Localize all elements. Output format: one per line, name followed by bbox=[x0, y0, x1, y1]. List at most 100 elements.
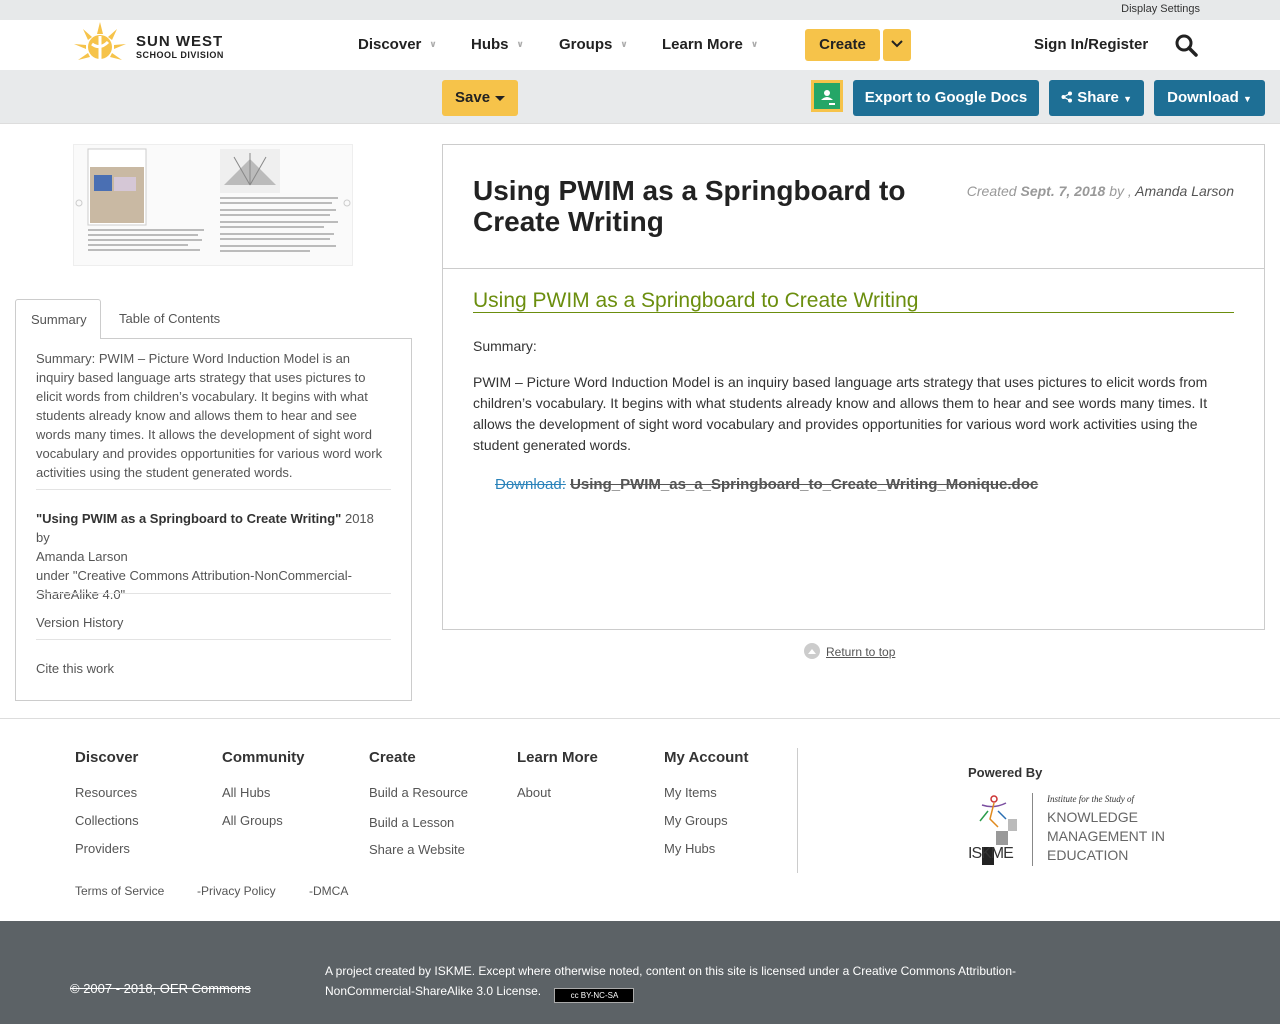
description-text: PWIM – Picture Word Induction Model is a… bbox=[473, 374, 1208, 453]
download-link[interactable]: Download: Using_PWIM_as_a_Springboard_to… bbox=[495, 476, 1038, 493]
divider bbox=[36, 593, 391, 594]
divider bbox=[36, 639, 391, 640]
footer-link-collections[interactable]: Collections bbox=[75, 813, 139, 828]
footer-col-community: Community All Hubs All Groups bbox=[222, 749, 305, 841]
export-google-docs-button[interactable]: Export to Google Docs bbox=[853, 80, 1039, 116]
footer-link-my-groups[interactable]: My Groups bbox=[664, 813, 748, 828]
iskme-management-text: MANAGEMENT IN bbox=[1047, 828, 1165, 844]
footer-heading: Learn More bbox=[517, 749, 598, 766]
search-icon[interactable] bbox=[1174, 33, 1198, 57]
attribution: "Using PWIM as a Springboard to Create W… bbox=[36, 509, 391, 604]
download-link-label[interactable]: Download: bbox=[495, 476, 566, 493]
footer-col-create: Create Build a Resource Build a Lesson S… bbox=[369, 749, 468, 870]
iskme-education-text: EDUCATION bbox=[1047, 847, 1129, 863]
terms-of-service-link[interactable]: Terms of Service bbox=[75, 884, 164, 898]
footer-link-providers[interactable]: Providers bbox=[75, 841, 139, 856]
display-settings-link[interactable]: Display Settings bbox=[1121, 3, 1200, 15]
footer-link-all-hubs[interactable]: All Hubs bbox=[222, 785, 305, 800]
resource-header: Using PWIM as a Springboard to Create Wr… bbox=[443, 145, 1264, 269]
footer-heading: Discover bbox=[75, 749, 139, 766]
iskme-logo[interactable]: ISKME Institute for the Study of KNOWLED… bbox=[968, 793, 1173, 868]
site-footer: Discover Resources Collections Providers… bbox=[0, 718, 1280, 921]
caret-down-icon: ▼ bbox=[1242, 94, 1252, 104]
tab-summary[interactable]: Summary bbox=[15, 299, 101, 339]
download-file-name[interactable]: Using_PWIM_as_a_Springboard_to_Create_Wr… bbox=[570, 476, 1038, 493]
license-statement: A project created by ISKME. Except where… bbox=[325, 964, 1017, 998]
footer-link-build-lesson[interactable]: Build a Lesson bbox=[369, 815, 468, 830]
footer-link-my-hubs[interactable]: My Hubs bbox=[664, 841, 748, 856]
sign-in-register-link[interactable]: Sign In/Register bbox=[1034, 36, 1148, 53]
logo-title: SUN WEST bbox=[136, 33, 224, 50]
powered-by-label: Powered By bbox=[968, 765, 1043, 780]
chevron-down-icon: ∨ bbox=[429, 39, 437, 49]
created-label: Created bbox=[966, 183, 1017, 199]
created-date: Sept. 7, 2018 bbox=[1020, 183, 1106, 199]
nav-learn-more-label: Learn More bbox=[662, 36, 743, 53]
footer-divider bbox=[797, 748, 798, 873]
share-icon bbox=[1061, 91, 1073, 103]
cc-license-badge[interactable]: cc BY-NC-SA bbox=[554, 988, 635, 1003]
download-button[interactable]: Download ▼ bbox=[1154, 80, 1265, 116]
footer-link-share-website[interactable]: Share a Website bbox=[369, 842, 468, 857]
footer-link-my-items[interactable]: My Items bbox=[664, 785, 748, 800]
resource-toolbar: Save Export to Google Docs Share ▼ Downl… bbox=[0, 70, 1280, 124]
divider bbox=[36, 489, 391, 490]
save-button[interactable]: Save bbox=[442, 80, 518, 116]
section-title: Using PWIM as a Springboard to Create Wr… bbox=[473, 289, 1234, 313]
tab-table-of-contents[interactable]: Table of Contents bbox=[119, 299, 220, 339]
download-button-label: Download bbox=[1167, 89, 1239, 106]
logo-subtitle: SCHOOL DIVISION bbox=[136, 50, 224, 60]
nav-discover[interactable]: Discover ∨ bbox=[358, 36, 437, 53]
create-button[interactable]: Create bbox=[805, 29, 880, 61]
nav-groups-label: Groups bbox=[559, 36, 613, 53]
nav-hubs-label: Hubs bbox=[471, 36, 509, 53]
footer-heading: Create bbox=[369, 749, 416, 766]
chevron-down-icon: ∨ bbox=[620, 39, 628, 49]
attribution-title: "Using PWIM as a Springboard to Create W… bbox=[36, 511, 342, 526]
share-button[interactable]: Share ▼ bbox=[1049, 80, 1144, 116]
resource-content-card: Using PWIM as a Springboard to Create Wr… bbox=[442, 144, 1265, 630]
return-to-top-link[interactable]: Return to top bbox=[804, 643, 895, 659]
nav-groups[interactable]: Groups ∨ bbox=[559, 36, 628, 53]
attribution-license: under "Creative Commons Attribution-NonC… bbox=[36, 568, 353, 602]
summary-panel: Summary: PWIM – Picture Word Induction M… bbox=[15, 338, 412, 701]
iskme-institute-text: Institute for the Study of bbox=[1047, 794, 1134, 804]
footer-link-resources[interactable]: Resources bbox=[75, 785, 139, 800]
footer-heading: Community bbox=[222, 749, 305, 766]
iskme-knowledge-text: KNOWLEDGE bbox=[1047, 809, 1139, 825]
footer-link-build-resource[interactable]: Build a Resource bbox=[369, 785, 468, 800]
attribution-author: Amanda Larson bbox=[36, 549, 128, 564]
copyright-text: © 2007 - 2018, OER Commons bbox=[70, 981, 251, 996]
footer-link-about[interactable]: About bbox=[517, 785, 598, 800]
nav-hubs[interactable]: Hubs ∨ bbox=[471, 36, 524, 53]
google-classroom-icon[interactable] bbox=[811, 80, 843, 112]
sun-west-logo[interactable]: SUN WEST SCHOOL DIVISION bbox=[70, 20, 240, 68]
footer-link-all-groups[interactable]: All Groups bbox=[222, 813, 305, 828]
document-preview-image bbox=[75, 148, 351, 252]
top-utility-bar: Display Settings bbox=[0, 0, 1280, 20]
share-button-label: Share bbox=[1077, 89, 1119, 106]
create-dropdown-button[interactable] bbox=[883, 29, 911, 61]
created-info: Created Sept. 7, 2018 by , Amanda Larson bbox=[967, 183, 1234, 199]
arrow-up-circle-icon bbox=[804, 643, 820, 659]
cite-this-work-link[interactable]: Cite this work bbox=[36, 661, 114, 676]
summary-text: Summary: PWIM – Picture Word Induction M… bbox=[36, 351, 383, 480]
created-by: by , bbox=[1109, 183, 1132, 199]
footer-heading: My Account bbox=[664, 749, 749, 766]
summary-label: Summary: bbox=[473, 338, 537, 354]
version-history-link[interactable]: Version History bbox=[36, 615, 123, 630]
footer-col-learn-more: Learn More About bbox=[517, 749, 598, 813]
dmca-link[interactable]: -DMCA bbox=[309, 884, 348, 898]
sidebar-tabs: Summary Table of Contents bbox=[15, 299, 412, 339]
footer-col-my-account: My Account My Items My Groups My Hubs bbox=[664, 749, 748, 869]
nav-discover-label: Discover bbox=[358, 36, 422, 53]
resource-thumbnail[interactable] bbox=[73, 144, 353, 266]
author-link[interactable]: Amanda Larson bbox=[1135, 183, 1234, 199]
chevron-down-icon: ∨ bbox=[516, 39, 524, 49]
page-title: Using PWIM as a Springboard to Create Wr… bbox=[473, 175, 906, 237]
caret-down-icon: ▼ bbox=[1123, 94, 1132, 104]
nav-learn-more[interactable]: Learn More ∨ bbox=[662, 36, 758, 53]
iskme-mark-text: ISKME bbox=[968, 845, 1014, 862]
privacy-policy-link[interactable]: -Privacy Policy bbox=[197, 884, 276, 898]
footer-col-discover: Discover Resources Collections Providers bbox=[75, 749, 139, 869]
